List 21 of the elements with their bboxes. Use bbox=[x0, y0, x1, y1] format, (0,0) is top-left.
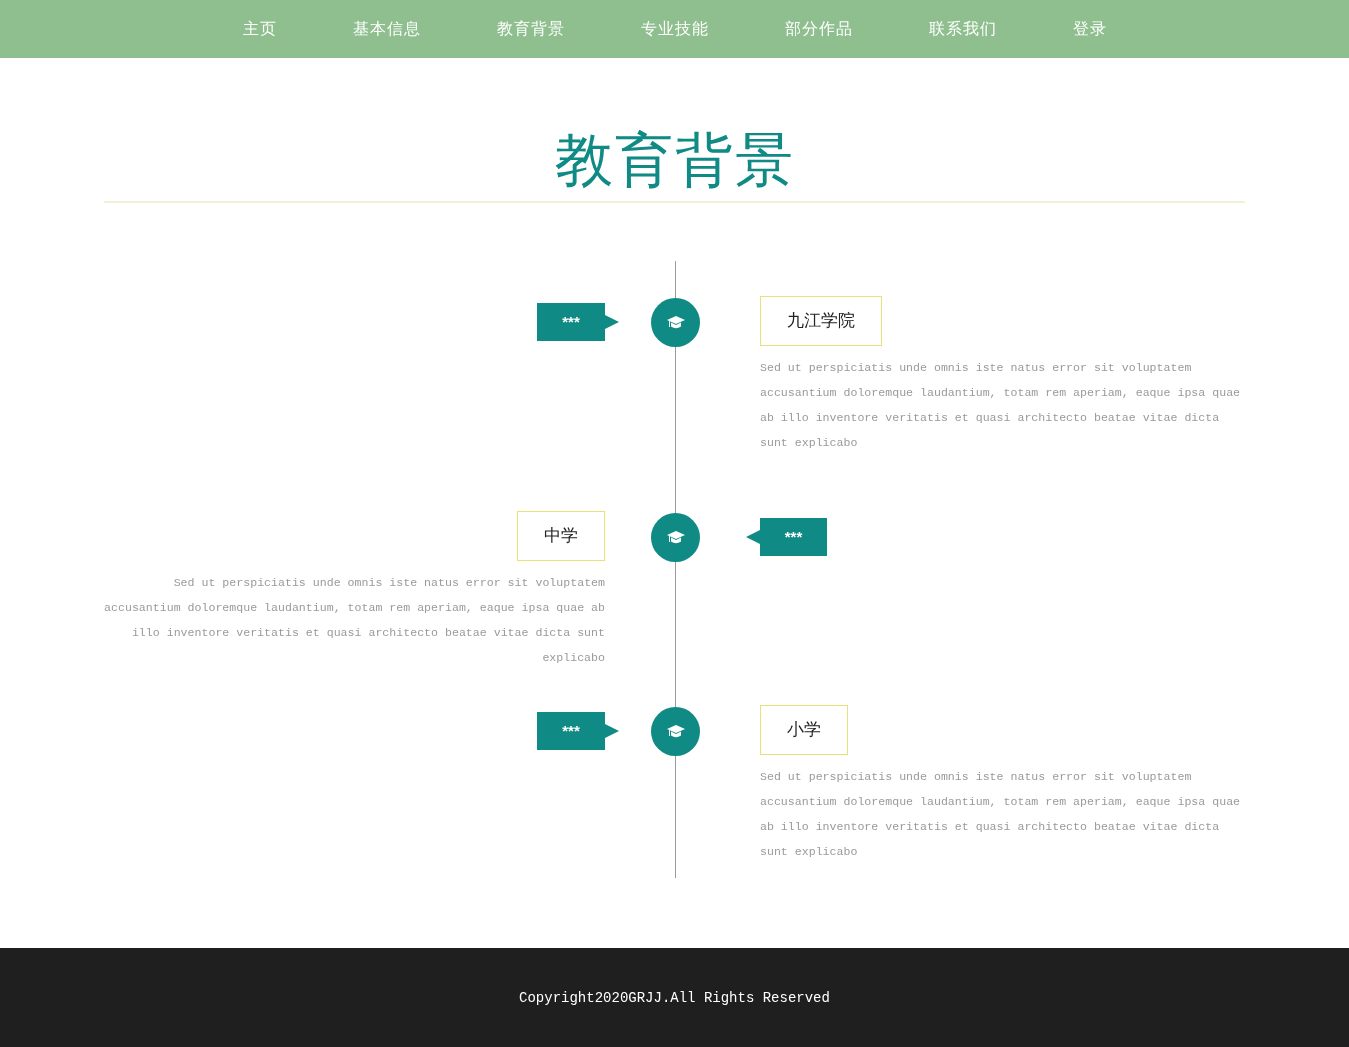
description-text: Sed ut perspiciatis unde omnis iste natus error sit voluptatem accusantium doloremque laudantium, totam rem aperiam, eaque ipsa quae ab illo inventore veritatis et quasi architecto beatae vitae dicta sunt explicabo bbox=[760, 360, 1242, 451]
nav-link[interactable]: 专业技能 bbox=[640, 17, 709, 41]
description-text: Sed ut perspiciatis unde omnis iste natus error sit voluptatem accusantium doloremque laudantium, totam rem aperiam, eaque ipsa quae ab illo inventore veritatis et quasi architecto beatae vitae dicta sunt explicabo bbox=[104, 575, 605, 666]
tag-label: *** bbox=[537, 303, 619, 341]
school-name: 九江学院 bbox=[760, 296, 882, 346]
graduation-cap-icon bbox=[666, 315, 685, 330]
nav-link[interactable]: 基本信息 bbox=[352, 17, 421, 41]
graduation-cap-icon bbox=[666, 530, 685, 545]
tag-label: *** bbox=[537, 712, 619, 750]
nav-link[interactable]: 联系我们 bbox=[928, 17, 997, 41]
school-name: 小学 bbox=[760, 705, 848, 755]
copyright-text: Copyright2020GRJJ.All Rights Reserved bbox=[519, 988, 830, 1008]
graduation-cap-icon bbox=[666, 724, 685, 739]
nav-link[interactable]: 登录 bbox=[1072, 17, 1107, 41]
nav-link[interactable]: 教育背景 bbox=[496, 17, 565, 41]
description-text: Sed ut perspiciatis unde omnis iste natus error sit voluptatem accusantium doloremque laudantium, totam rem aperiam, eaque ipsa quae ab illo inventore veritatis et quasi architecto beatae vitae dicta sunt explicabo bbox=[760, 769, 1242, 860]
school-name: 中学 bbox=[517, 511, 605, 561]
nav-link[interactable]: 部分作品 bbox=[784, 17, 853, 41]
section-title: 教育背景 bbox=[553, 130, 796, 190]
nav-link[interactable]: 主页 bbox=[242, 17, 277, 41]
tag-label: *** bbox=[746, 518, 827, 556]
